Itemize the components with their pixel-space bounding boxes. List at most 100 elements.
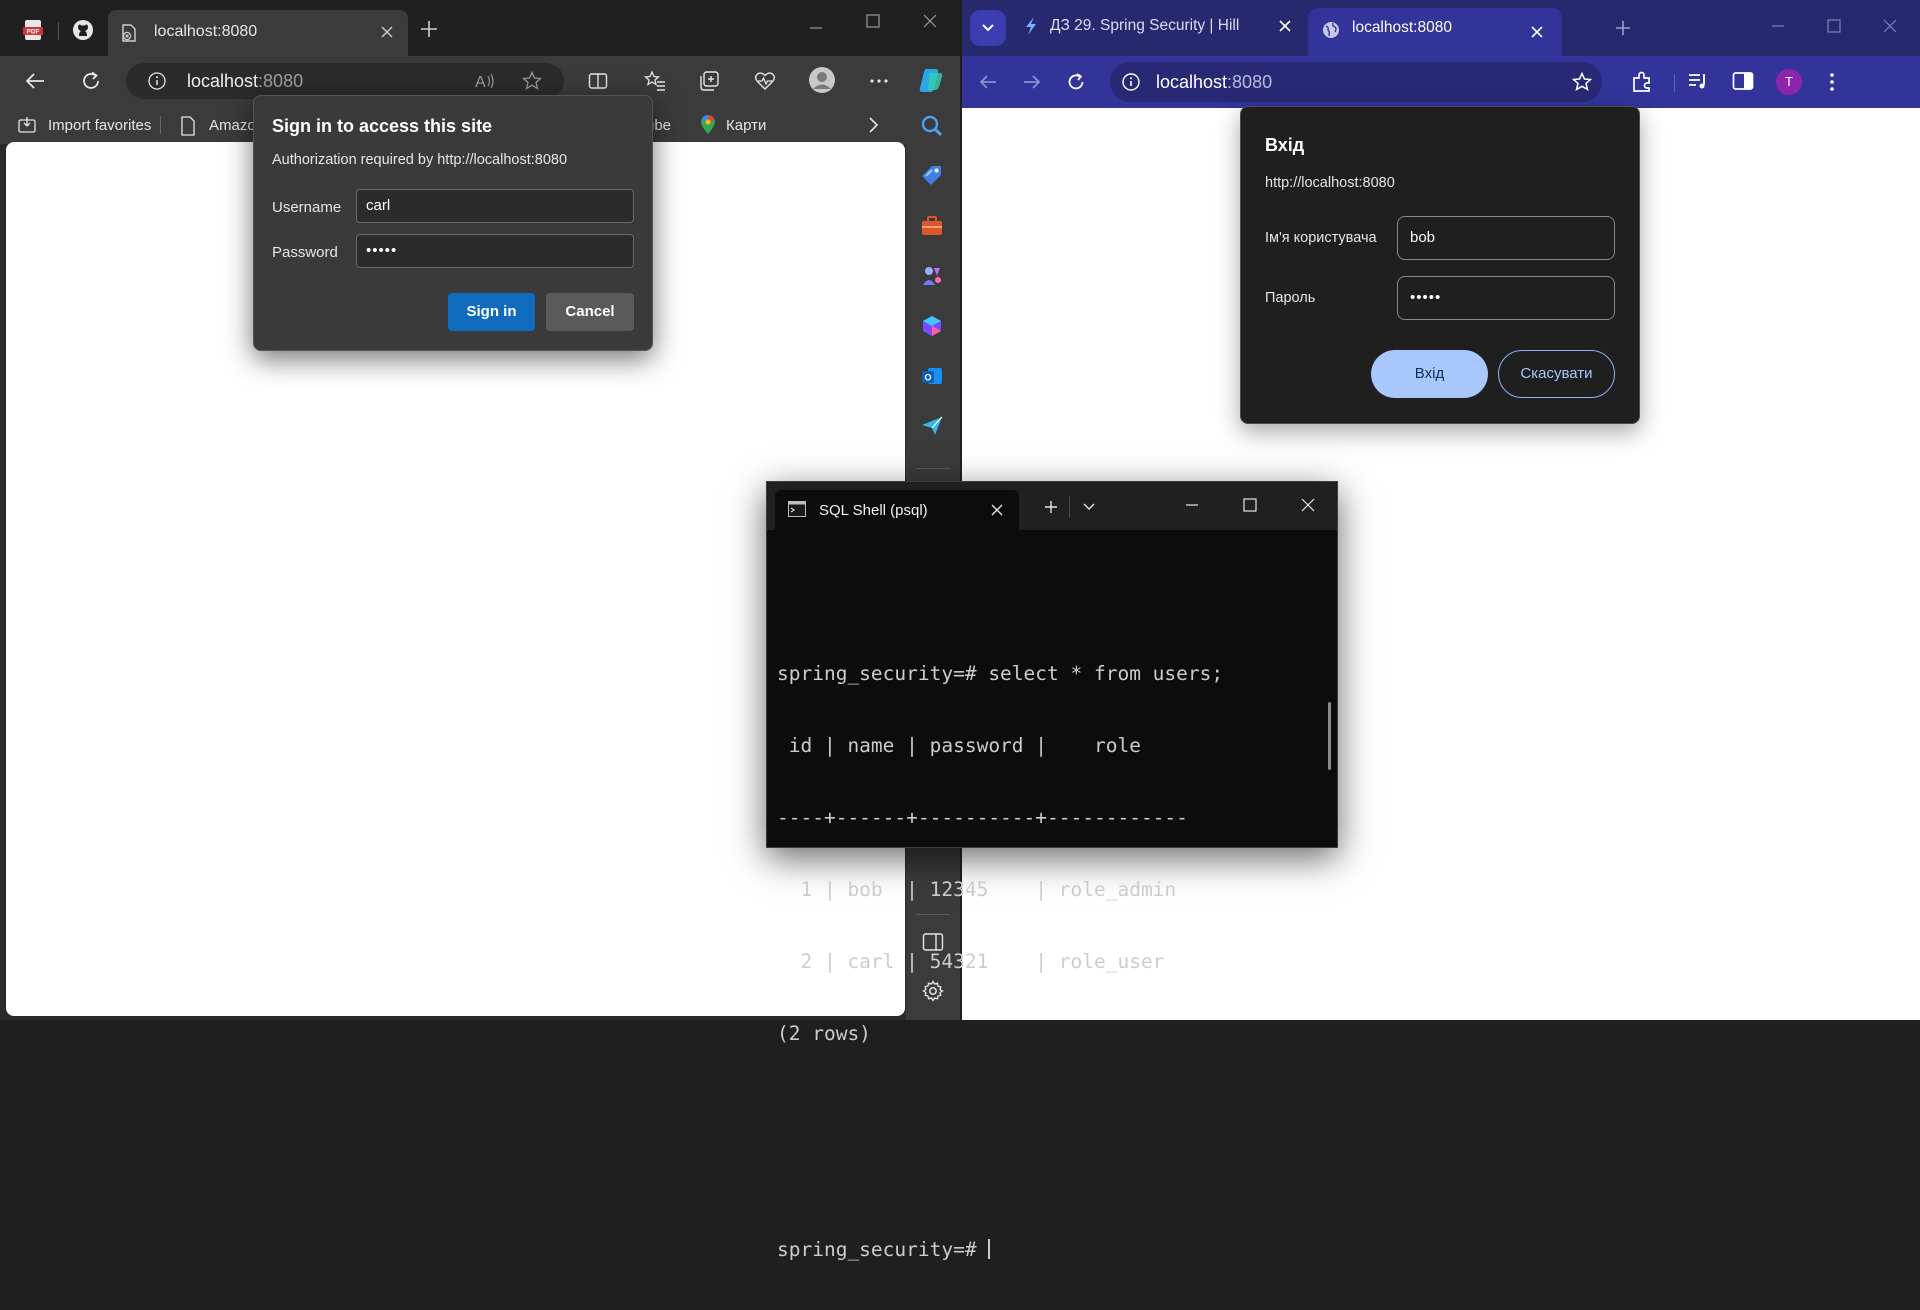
maximize-icon[interactable]	[1826, 18, 1842, 34]
collections-icon[interactable]	[698, 70, 720, 92]
back-icon[interactable]	[978, 72, 998, 92]
more-options-icon[interactable]	[1822, 71, 1842, 93]
password-input[interactable]: •••••	[1397, 276, 1615, 320]
chrome-address-text: localhost:8080	[1156, 72, 1272, 93]
browser-essentials-icon[interactable]	[754, 70, 776, 92]
terminal-tab-title: SQL Shell (psql)	[819, 502, 928, 519]
chrome-address-bar[interactable]: localhost:8080	[1110, 62, 1602, 102]
terminal-scrollbar[interactable]	[1328, 702, 1331, 770]
games-icon[interactable]	[920, 264, 944, 288]
favorites-icon[interactable]	[644, 70, 666, 92]
terminal-icon	[788, 501, 806, 517]
new-tab-icon[interactable]	[1614, 19, 1632, 37]
shopping-tag-icon[interactable]	[920, 164, 944, 188]
outlook-icon[interactable]: O	[920, 364, 944, 388]
terminal-output[interactable]: spring_security=# select * from users; i…	[777, 542, 1317, 1310]
site-info-icon[interactable]	[148, 72, 166, 90]
favbar-divider	[160, 116, 161, 134]
username-input[interactable]: carl	[356, 189, 634, 223]
maximize-icon[interactable]	[1243, 498, 1257, 512]
extensions-icon[interactable]	[1630, 70, 1654, 94]
drop-send-icon[interactable]	[920, 414, 944, 438]
toolbar-divider	[1674, 74, 1675, 92]
address-port: :8080	[258, 71, 304, 91]
password-label: Password	[272, 244, 338, 261]
search-icon[interactable]	[920, 114, 944, 138]
close-tab-icon[interactable]	[380, 25, 394, 39]
back-icon[interactable]	[24, 70, 46, 92]
cancel-button[interactable]: Cancel	[546, 293, 634, 331]
address-host: localhost	[187, 71, 259, 91]
more-options-icon[interactable]	[868, 70, 890, 92]
microsoft365-icon[interactable]	[920, 314, 944, 338]
profile-avatar[interactable]: T	[1776, 69, 1802, 95]
username-input[interactable]: bob	[1397, 216, 1615, 260]
edge-sign-in-dialog: Sign in to access this site Authorizatio…	[253, 95, 653, 351]
close-tab-1-icon[interactable]	[1278, 19, 1292, 33]
copilot-icon[interactable]	[916, 65, 946, 95]
terminal-line: spring_security=# select * from users;	[777, 662, 1224, 685]
refresh-icon[interactable]	[80, 70, 102, 92]
close-tab-icon[interactable]	[991, 504, 1003, 516]
page-error-icon	[120, 24, 138, 42]
chevron-right-icon[interactable]	[866, 116, 880, 134]
new-tab-icon[interactable]	[1043, 499, 1059, 515]
chevron-down-icon[interactable]	[1083, 502, 1095, 512]
chrome-sign-in-dialog: Вхід http://localhost:8080 Ім'я користув…	[1240, 106, 1640, 424]
tab-divider	[58, 22, 59, 40]
tab-divider	[1069, 496, 1070, 518]
site-info-icon[interactable]	[1122, 73, 1140, 91]
close-tab-2-icon[interactable]	[1530, 25, 1544, 39]
edge-address-text: localhost:8080	[187, 71, 303, 92]
chrome-toolbar: localhost:8080 T	[962, 56, 1920, 108]
terminal-prompt-line: spring_security=#	[777, 1238, 1317, 1262]
tab-search-button[interactable]	[970, 10, 1006, 46]
terminal-tab[interactable]: SQL Shell (psql)	[775, 490, 1019, 530]
chrome-titlebar: ДЗ 29. Spring Security | Hillel LMS loca…	[962, 0, 1920, 56]
hillel-lms-favicon	[1022, 16, 1040, 36]
cancel-button[interactable]: Скасувати	[1498, 350, 1615, 398]
read-aloud-icon[interactable]: A	[474, 71, 496, 91]
dialog-title: Sign in to access this site	[272, 116, 493, 136]
terminal-cursor	[988, 1239, 991, 1259]
terminal-line: ----+------+----------+------------	[777, 806, 1188, 829]
sign-in-button[interactable]: Sign in	[448, 293, 535, 331]
favorite-amazon[interactable]: Amazo	[209, 117, 256, 134]
media-control-icon[interactable]	[1687, 70, 1709, 92]
minimize-icon[interactable]	[808, 20, 824, 36]
chrome-tab-1-title[interactable]: ДЗ 29. Spring Security | Hillel LMS	[1050, 17, 1240, 35]
close-window-icon[interactable]	[922, 13, 938, 29]
svg-text:PDF: PDF	[27, 29, 40, 36]
edge-tab-active[interactable]: localhost:8080	[108, 10, 408, 56]
terminal-titlebar: SQL Shell (psql)	[767, 482, 1337, 530]
split-screen-icon[interactable]	[588, 71, 608, 91]
edge-address-bar[interactable]: localhost:8080 A	[126, 63, 564, 99]
terminal-line: 2 | carl | 54321 | role_user	[777, 950, 1165, 973]
favorite-star-icon[interactable]	[522, 71, 542, 91]
close-window-icon[interactable]	[1882, 18, 1898, 34]
tools-icon[interactable]	[920, 214, 944, 238]
minimize-icon[interactable]	[1770, 18, 1786, 34]
terminal-line: 1 | bob | 12345 | role_admin	[777, 878, 1177, 901]
side-panel-icon[interactable]	[1732, 71, 1754, 91]
maximize-icon[interactable]	[865, 13, 881, 29]
pdf-icon[interactable]: PDF	[22, 19, 44, 41]
profile-avatar[interactable]	[808, 66, 836, 94]
password-input[interactable]: •••••	[356, 234, 634, 268]
password-label: Пароль	[1265, 290, 1316, 306]
google-maps-icon	[700, 115, 716, 135]
favorite-maps[interactable]: Карти	[726, 117, 766, 134]
github-icon[interactable]	[72, 19, 94, 41]
username-label: Ім'я користувача	[1265, 230, 1377, 246]
bookmark-star-icon[interactable]	[1572, 72, 1592, 92]
chrome-tab-active[interactable]: localhost:8080	[1308, 8, 1562, 56]
sign-in-button[interactable]: Вхід	[1371, 350, 1488, 398]
forward-icon[interactable]	[1022, 72, 1042, 92]
minimize-icon[interactable]	[1185, 498, 1199, 512]
favorite-import[interactable]: Import favorites	[48, 117, 151, 134]
new-tab-icon[interactable]	[420, 20, 438, 38]
refresh-icon[interactable]	[1066, 72, 1086, 92]
close-window-icon[interactable]	[1301, 498, 1315, 512]
terminal-line: id | name | password | role	[777, 734, 1141, 757]
